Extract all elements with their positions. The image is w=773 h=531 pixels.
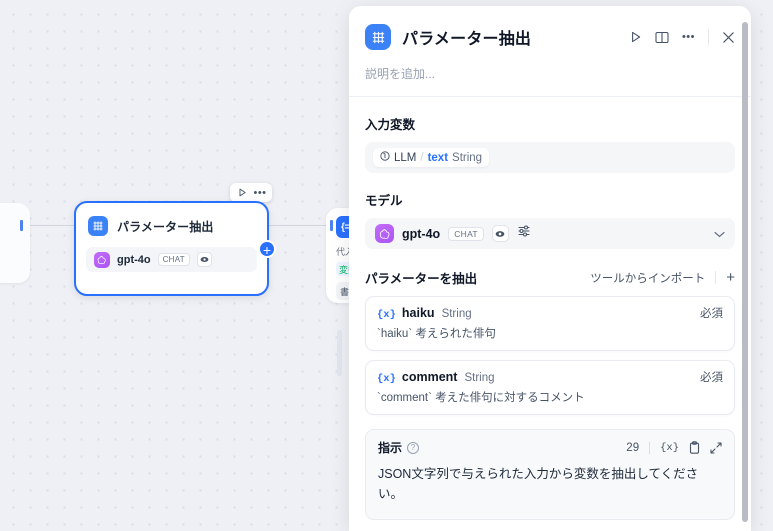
port-upstream-out[interactable] — [20, 220, 23, 231]
sliders-icon[interactable] — [517, 224, 531, 243]
eye-icon[interactable] — [197, 252, 212, 267]
instruction-card[interactable]: 指示 ? 29 {x} JSON文字列で与えられた入力から変数を抽出してください… — [365, 429, 735, 520]
chevron-down-icon[interactable] — [714, 225, 725, 243]
variable-type: String — [452, 151, 483, 164]
node-title: パラメーター抽出 — [117, 219, 214, 234]
input-variables-title: 入力変数 — [365, 118, 416, 132]
edge-right — [268, 225, 332, 226]
variable-x-icon: {x} — [377, 309, 396, 321]
import-from-tool-button[interactable]: ツールからインポート — [590, 270, 705, 286]
canvas-scrollbar[interactable] — [337, 330, 342, 376]
clipboard-icon[interactable] — [689, 441, 700, 454]
parameter-required-badge: 必須 — [700, 372, 723, 384]
parameters-title: パラメーターを抽出 — [365, 272, 478, 286]
book-icon[interactable] — [655, 31, 669, 44]
parameter-type: String — [441, 308, 472, 320]
parameter-extract-icon — [365, 24, 391, 50]
model-section-title: モデル — [365, 194, 403, 208]
app-root: {=} 代入 変数 書式 ••• — [0, 0, 773, 531]
model-name: gpt-4o — [402, 226, 441, 241]
info-icon — [380, 151, 390, 164]
openai-icon — [375, 224, 394, 243]
panel-scrollbar[interactable] — [742, 22, 748, 522]
panel-header-actions: ••• — [630, 29, 735, 45]
model-chat-badge: CHAT — [448, 226, 484, 241]
variable-x-icon: {x} — [377, 373, 396, 385]
parameter-card[interactable]: {x} haiku String 必須 `haiku` 考えられた俳句 — [365, 296, 735, 351]
instruction-label: 指示 — [378, 441, 403, 455]
close-icon[interactable] — [722, 31, 735, 44]
parameter-description: `haiku` 考えられた俳句 — [377, 328, 496, 340]
node-model-chat-badge: CHAT — [157, 253, 190, 266]
node-model-name: gpt-4o — [117, 253, 151, 266]
parameter-name: haiku — [401, 306, 435, 320]
panel-header: パラメーター抽出 ••• 説明を追加... — [349, 6, 751, 96]
node-model-row[interactable]: gpt-4o CHAT — [86, 247, 257, 272]
edge-left — [22, 225, 78, 226]
node-parameter-extractor[interactable]: パラメーター抽出 gpt-4o CHAT + — [74, 201, 276, 296]
instruction-divider — [649, 441, 651, 454]
variable-pill-llm-text[interactable]: LLM / text String — [373, 148, 490, 167]
node-more-icon[interactable]: ••• — [253, 186, 267, 200]
panel-body: 入力変数 LLM / text String モデル gpt-4o CHAT パ… — [349, 97, 751, 531]
add-parameter-button[interactable]: + — [726, 270, 735, 285]
play-icon[interactable] — [630, 31, 642, 43]
description-input[interactable]: 説明を追加... — [365, 65, 735, 82]
node-detail-panel: パラメーター抽出 ••• 説明を追加... 入力変数 LLM / text St… — [349, 6, 751, 531]
variable-key: text — [427, 151, 449, 164]
parameter-extract-icon — [88, 216, 108, 236]
node-add-connector[interactable]: + — [258, 239, 276, 258]
instruction-textarea[interactable]: JSON文字列で与えられた入力から変数を抽出してください。 — [378, 464, 722, 505]
variable-separator: / — [420, 151, 424, 164]
variable-x-icon[interactable]: {x} — [660, 442, 679, 454]
header-divider — [708, 29, 709, 45]
question-icon[interactable]: ? — [407, 441, 420, 454]
openai-icon — [94, 251, 110, 268]
page-title: パラメーター抽出 — [402, 31, 532, 48]
parameter-type: String — [464, 372, 495, 384]
ellipsis-icon[interactable]: ••• — [682, 32, 695, 43]
parameters-header: パラメーターを抽出 ツールからインポート + — [365, 268, 735, 287]
port-downstream-in[interactable] — [330, 220, 333, 231]
variable-node-label: LLM — [394, 151, 417, 164]
node-header: パラメーター抽出 — [76, 203, 267, 236]
upstream-node[interactable] — [0, 203, 30, 283]
expand-icon[interactable] — [710, 441, 722, 454]
eye-icon[interactable] — [491, 225, 509, 242]
input-variables-box: LLM / text String — [365, 142, 735, 173]
parameter-card[interactable]: {x} comment String 必須 `comment` 考えた俳句に対す… — [365, 360, 735, 415]
node-toolbar[interactable]: ••• — [230, 183, 272, 202]
parameter-required-badge: 必須 — [700, 308, 723, 320]
parameters-divider — [715, 271, 717, 284]
instruction-char-count: 29 — [626, 441, 640, 454]
parameter-description: `comment` 考えた俳句に対するコメント — [377, 392, 585, 404]
parameter-name: comment — [401, 370, 458, 384]
node-run-icon[interactable] — [235, 186, 249, 200]
model-selector[interactable]: gpt-4o CHAT — [365, 218, 735, 249]
